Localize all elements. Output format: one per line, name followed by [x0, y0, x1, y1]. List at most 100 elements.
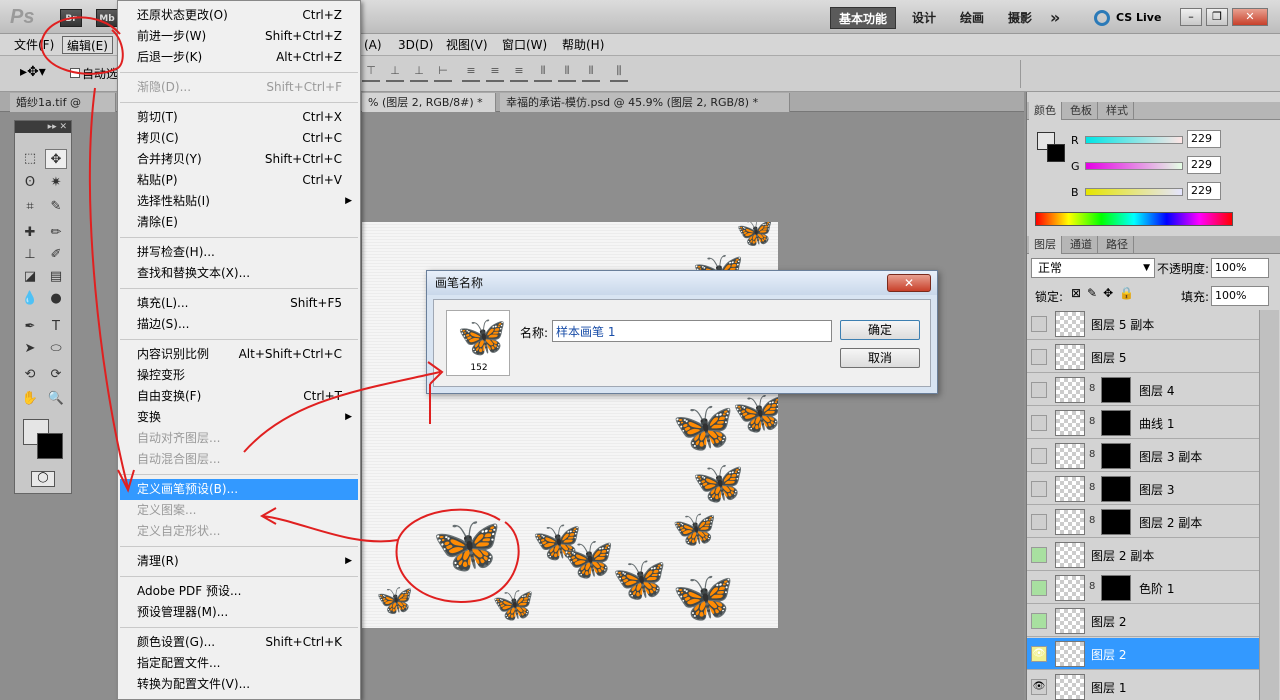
blend-mode-select[interactable]: 正常 ▼ [1031, 258, 1155, 278]
distribute-left-icon[interactable]: ⫴ [534, 64, 552, 82]
ellipse-tool-icon[interactable]: ⬭ [45, 339, 67, 359]
layer-row[interactable]: 8 图层 4 [1027, 374, 1259, 406]
edit-menu-item[interactable]: 剪切(T) Ctrl+X [120, 107, 358, 128]
background-color-swatch[interactable] [37, 433, 63, 459]
lasso-tool-icon[interactable]: ʘ [19, 173, 41, 193]
healing-brush-icon[interactable]: ✚ [19, 223, 41, 243]
edit-menu-item[interactable]: 渐隐(D)... Shift+Ctrl+F [120, 77, 358, 98]
g-slider[interactable] [1085, 162, 1183, 170]
blur-tool-icon[interactable]: 💧 [19, 289, 41, 309]
restore-icon[interactable]: ❐ [1206, 8, 1228, 26]
menu-view[interactable]: 视图(V) [442, 36, 492, 54]
distribute-bottom-icon[interactable]: ≡ [510, 64, 528, 82]
workspace-design-button[interactable]: 设计 [904, 7, 944, 29]
edit-menu-item[interactable]: 指定配置文件... [120, 653, 358, 674]
dialog-close-icon[interactable]: ✕ [887, 274, 931, 292]
distribute-top-icon[interactable]: ≡ [462, 64, 480, 82]
edit-menu-item[interactable]: 清除(E) [120, 212, 358, 233]
quick-mask-icon[interactable]: ◯ [31, 471, 55, 487]
edit-menu-item[interactable]: 颜色设置(G)... Shift+Ctrl+K [120, 632, 358, 653]
layer-visibility-icon[interactable] [1031, 415, 1047, 431]
opacity-input[interactable]: 100% [1211, 258, 1269, 278]
move-tool-icon[interactable]: ▸✥▾ [20, 64, 46, 80]
auto-align-icon[interactable]: ⫼ [610, 64, 628, 82]
workspace-photography-button[interactable]: 摄影 [1000, 7, 1040, 29]
layer-row[interactable]: 8 曲线 1 [1027, 407, 1259, 439]
brush-tool-icon[interactable]: ✏ [45, 223, 67, 243]
layer-row[interactable]: 👁 图层 1 [1027, 671, 1259, 700]
b-slider[interactable] [1085, 188, 1183, 196]
minimize-icon[interactable]: – [1180, 8, 1202, 26]
more-workspaces-button[interactable]: » [1042, 7, 1068, 29]
layer-row[interactable]: 8 色阶 1 [1027, 572, 1259, 604]
pen-tool-icon[interactable]: ✒ [19, 317, 41, 337]
layer-visibility-icon[interactable] [1031, 514, 1047, 530]
b-value-input[interactable]: 229 [1187, 182, 1221, 200]
tab-styles[interactable]: 样式 [1101, 102, 1134, 120]
tab-channels[interactable]: 通道 [1065, 236, 1098, 254]
edit-menu-item[interactable]: 操控变形 [120, 365, 358, 386]
menu-analysis[interactable]: (A) [360, 36, 386, 54]
doc-tab-1[interactable]: 婚纱1a.tif @ 12.5... [10, 93, 116, 128]
cancel-button[interactable]: 取消 [840, 348, 920, 368]
layer-visibility-icon[interactable]: 👁 [1031, 646, 1047, 662]
g-value-input[interactable]: 229 [1187, 156, 1221, 174]
type-tool-icon[interactable]: T [45, 317, 67, 337]
magic-wand-icon[interactable]: ✷ [45, 173, 67, 193]
menu-edit[interactable]: 编辑(E) [62, 36, 113, 54]
layer-visibility-icon[interactable] [1031, 547, 1047, 563]
tab-swatches[interactable]: 色板 [1065, 102, 1098, 120]
brush-name-input[interactable] [552, 320, 832, 342]
crop-tool-icon[interactable]: ⌗ [19, 197, 41, 217]
edit-menu-item[interactable]: 后退一步(K) Alt+Ctrl+Z [120, 47, 358, 68]
tools-panel-header[interactable]: ▸▸ ✕ [15, 121, 71, 133]
layer-visibility-icon[interactable] [1031, 613, 1047, 629]
distribute-right-icon[interactable]: ⫴ [582, 64, 600, 82]
edit-menu-item[interactable]: 拼写检查(H)... [120, 242, 358, 263]
layer-visibility-icon[interactable] [1031, 382, 1047, 398]
edit-menu-item[interactable]: 变换 ▶ [120, 407, 358, 428]
minibridge-button[interactable]: Mb [96, 9, 118, 27]
hand-tool-icon[interactable]: ✋ [19, 389, 41, 409]
align-bottom-icon[interactable]: ⊥ [410, 64, 428, 82]
lock-icons[interactable]: ⊠✎✥🔒 [1071, 286, 1140, 300]
marquee-tool-icon[interactable]: ⬚ [19, 149, 41, 169]
edit-menu-item[interactable]: 前进一步(W) Shift+Ctrl+Z [120, 26, 358, 47]
layer-row[interactable]: 👁 图层 2 [1027, 638, 1259, 670]
3d-rotate-icon[interactable]: ⟲ [19, 365, 41, 385]
path-select-icon[interactable]: ➤ [19, 339, 41, 359]
bridge-button[interactable]: Br [60, 9, 82, 27]
layer-row[interactable]: 8 图层 3 [1027, 473, 1259, 505]
tab-layers[interactable]: 图层 [1029, 236, 1062, 254]
layer-row[interactable]: 图层 2 副本 [1027, 539, 1259, 571]
layer-row[interactable]: 8 图层 2 副本 [1027, 506, 1259, 538]
edit-menu-item[interactable]: 还原状态更改(O) Ctrl+Z [120, 5, 358, 26]
r-slider[interactable] [1085, 136, 1183, 144]
menu-help[interactable]: 帮助(H) [558, 36, 608, 54]
layer-visibility-icon[interactable] [1031, 316, 1047, 332]
layer-visibility-icon[interactable]: 👁 [1031, 679, 1047, 695]
edit-menu-item[interactable]: 粘贴(P) Ctrl+V [120, 170, 358, 191]
edit-menu-item[interactable]: 描边(S)... [120, 314, 358, 335]
auto-select-checkbox[interactable] [70, 68, 80, 78]
move-tool-icon[interactable]: ✥ [45, 149, 67, 169]
layer-row[interactable]: 图层 2 [1027, 605, 1259, 637]
edit-menu-item[interactable]: 定义自定形状... [120, 521, 358, 542]
edit-menu-item[interactable]: 自由变换(F) Ctrl+T [120, 386, 358, 407]
cslive-button[interactable]: CS Live [1116, 11, 1161, 24]
eyedropper-icon[interactable]: ✎ [45, 197, 67, 217]
distribute-hcenter-icon[interactable]: ⫴ [558, 64, 576, 82]
close-window-icon[interactable]: ✕ [1232, 8, 1268, 26]
color-spectrum-bar[interactable] [1035, 212, 1233, 226]
edit-menu-item[interactable]: 转换为配置文件(V)... [120, 674, 358, 695]
edit-menu-item[interactable]: 选择性粘贴(I) ▶ [120, 191, 358, 212]
doc-tab-3[interactable]: 幸福的承诺-模仿.psd @ 45.9% (图层 2, RGB/8) * [500, 93, 790, 112]
doc-tab-2[interactable]: % (图层 2, RGB/8#) * [362, 93, 496, 112]
layer-visibility-icon[interactable] [1031, 448, 1047, 464]
dodge-tool-icon[interactable]: ● [45, 289, 67, 309]
edit-menu-item[interactable]: 定义图案... [120, 500, 358, 521]
fill-input[interactable]: 100% [1211, 286, 1269, 306]
workspace-essentials-button[interactable]: 基本功能 [830, 7, 897, 29]
zoom-tool-icon[interactable]: 🔍 [45, 389, 67, 409]
layer-row[interactable]: 图层 5 副本 [1027, 308, 1259, 340]
